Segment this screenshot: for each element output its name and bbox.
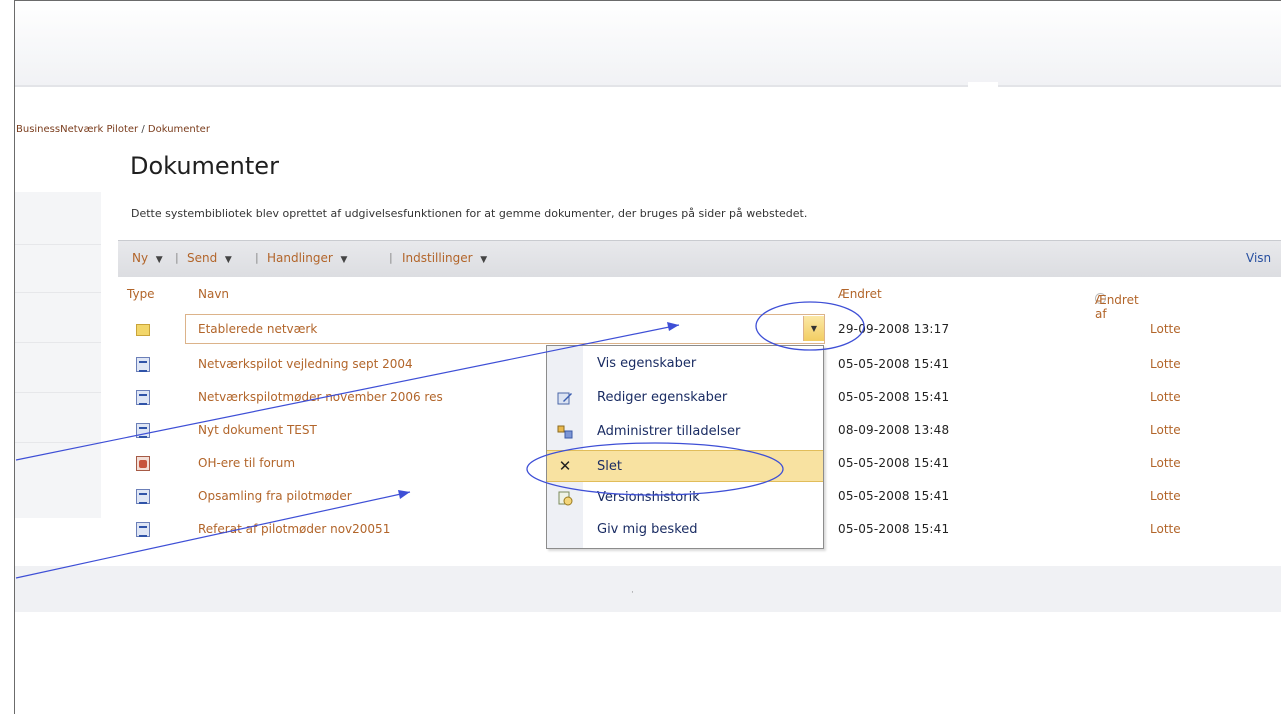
modified-date: 29-09-2008 13:17 (838, 322, 950, 336)
site-header-band (15, 1, 1281, 85)
chevron-down-icon: ▼ (480, 255, 488, 265)
new-menu-button[interactable]: Ny ▼ (132, 251, 163, 265)
word-doc-icon (136, 489, 150, 504)
author-link[interactable]: Lotte (1150, 357, 1181, 371)
library-toolbar: Ny ▼ | Send ▼ | Handlinger ▼ | Indstilli… (118, 240, 1281, 277)
menu-item-view-properties[interactable]: Vis egenskaber (547, 348, 823, 380)
permissions-icon (557, 424, 573, 440)
view-menu-button[interactable]: Visn (1246, 251, 1271, 265)
word-doc-icon (136, 423, 150, 438)
author-link[interactable]: Lotte (1150, 390, 1181, 404)
author-link[interactable]: Lotte (1150, 322, 1181, 336)
author-link[interactable]: Lotte (1150, 423, 1181, 437)
page-title: Dokumenter (130, 152, 279, 180)
modified-date: 05-05-2008 15:41 (838, 489, 950, 503)
menu-item-edit-properties[interactable]: Rediger egenskaber (547, 382, 823, 414)
item-name-link[interactable]: Netværkspilot vejledning sept 2004 (198, 357, 413, 371)
item-name-link[interactable]: OH-ere til forum (198, 456, 295, 470)
breadcrumb-parent-link[interactable]: BusinessNetværk Piloter (16, 124, 138, 135)
menu-item-alert-me[interactable]: Giv mig besked (547, 514, 823, 546)
author-link[interactable]: Lotte (1150, 522, 1181, 536)
item-context-menu: Vis egenskaber Rediger egenskaber Admini… (546, 345, 824, 549)
chevron-down-icon: ▼ (155, 255, 163, 265)
modified-date: 05-05-2008 15:41 (838, 390, 950, 404)
table-row[interactable]: Etablerede netværk 29-09-2008 13:17 Lott… (118, 314, 1281, 346)
modified-date: 05-05-2008 15:41 (838, 522, 950, 536)
folder-icon (136, 324, 150, 336)
version-history-icon (557, 490, 573, 506)
author-link[interactable]: Lotte (1150, 489, 1181, 503)
item-name-link[interactable]: Netværkspilotmøder november 2006 res (198, 390, 443, 404)
column-header-row: Type Navn Ændret Ændret af (127, 287, 1139, 321)
powerpoint-icon (136, 456, 150, 471)
send-menu-button[interactable]: Send ▼ (187, 251, 232, 265)
column-header-type[interactable]: Type (127, 287, 155, 301)
word-doc-icon (136, 390, 150, 405)
modified-date: 08-09-2008 13:48 (838, 423, 950, 437)
edit-properties-icon (557, 390, 573, 406)
settings-menu-button[interactable]: Indstillinger ▼ (402, 251, 487, 265)
modified-date: 05-05-2008 15:41 (838, 456, 950, 470)
delete-x-icon: ✕ (558, 457, 572, 475)
chevron-down-icon: ▼ (224, 255, 232, 265)
menu-item-manage-permissions[interactable]: Administrer tilladelser (547, 416, 823, 448)
footer-dot: · (631, 588, 634, 598)
menu-item-delete[interactable]: ✕ Slet (547, 450, 823, 482)
modified-date: 05-05-2008 15:41 (838, 357, 950, 371)
library-description: Dette systembibliotek blev oprettet af u… (131, 207, 808, 220)
item-context-menu-button[interactable]: ▼ (803, 316, 824, 341)
breadcrumb-separator: / (141, 124, 145, 135)
chevron-down-icon: ▼ (810, 324, 818, 333)
item-name-link[interactable]: Referat af pilotmøder nov20051 (198, 522, 390, 536)
menu-item-version-history[interactable]: Versionshistorik (547, 482, 823, 514)
item-name-link[interactable]: Nyt dokument TEST (198, 423, 317, 437)
word-doc-icon (136, 522, 150, 537)
header-divider (15, 85, 1281, 87)
item-name-link[interactable]: Opsamling fra pilotmøder (198, 489, 352, 503)
left-navigation (15, 192, 101, 518)
breadcrumb-current[interactable]: Dokumenter (148, 124, 210, 135)
actions-menu-button[interactable]: Handlinger ▼ (267, 251, 347, 265)
item-name-link[interactable]: Etablerede netværk (198, 322, 317, 336)
page-footer-band (15, 566, 1281, 612)
word-doc-icon (136, 357, 150, 372)
author-link[interactable]: Lotte (1150, 456, 1181, 470)
breadcrumb: BusinessNetværk Piloter / Dokumenter (16, 124, 210, 135)
column-header-modified[interactable]: Ændret (838, 287, 882, 301)
column-header-name[interactable]: Navn (198, 287, 229, 301)
chevron-down-icon: ▼ (340, 255, 348, 265)
